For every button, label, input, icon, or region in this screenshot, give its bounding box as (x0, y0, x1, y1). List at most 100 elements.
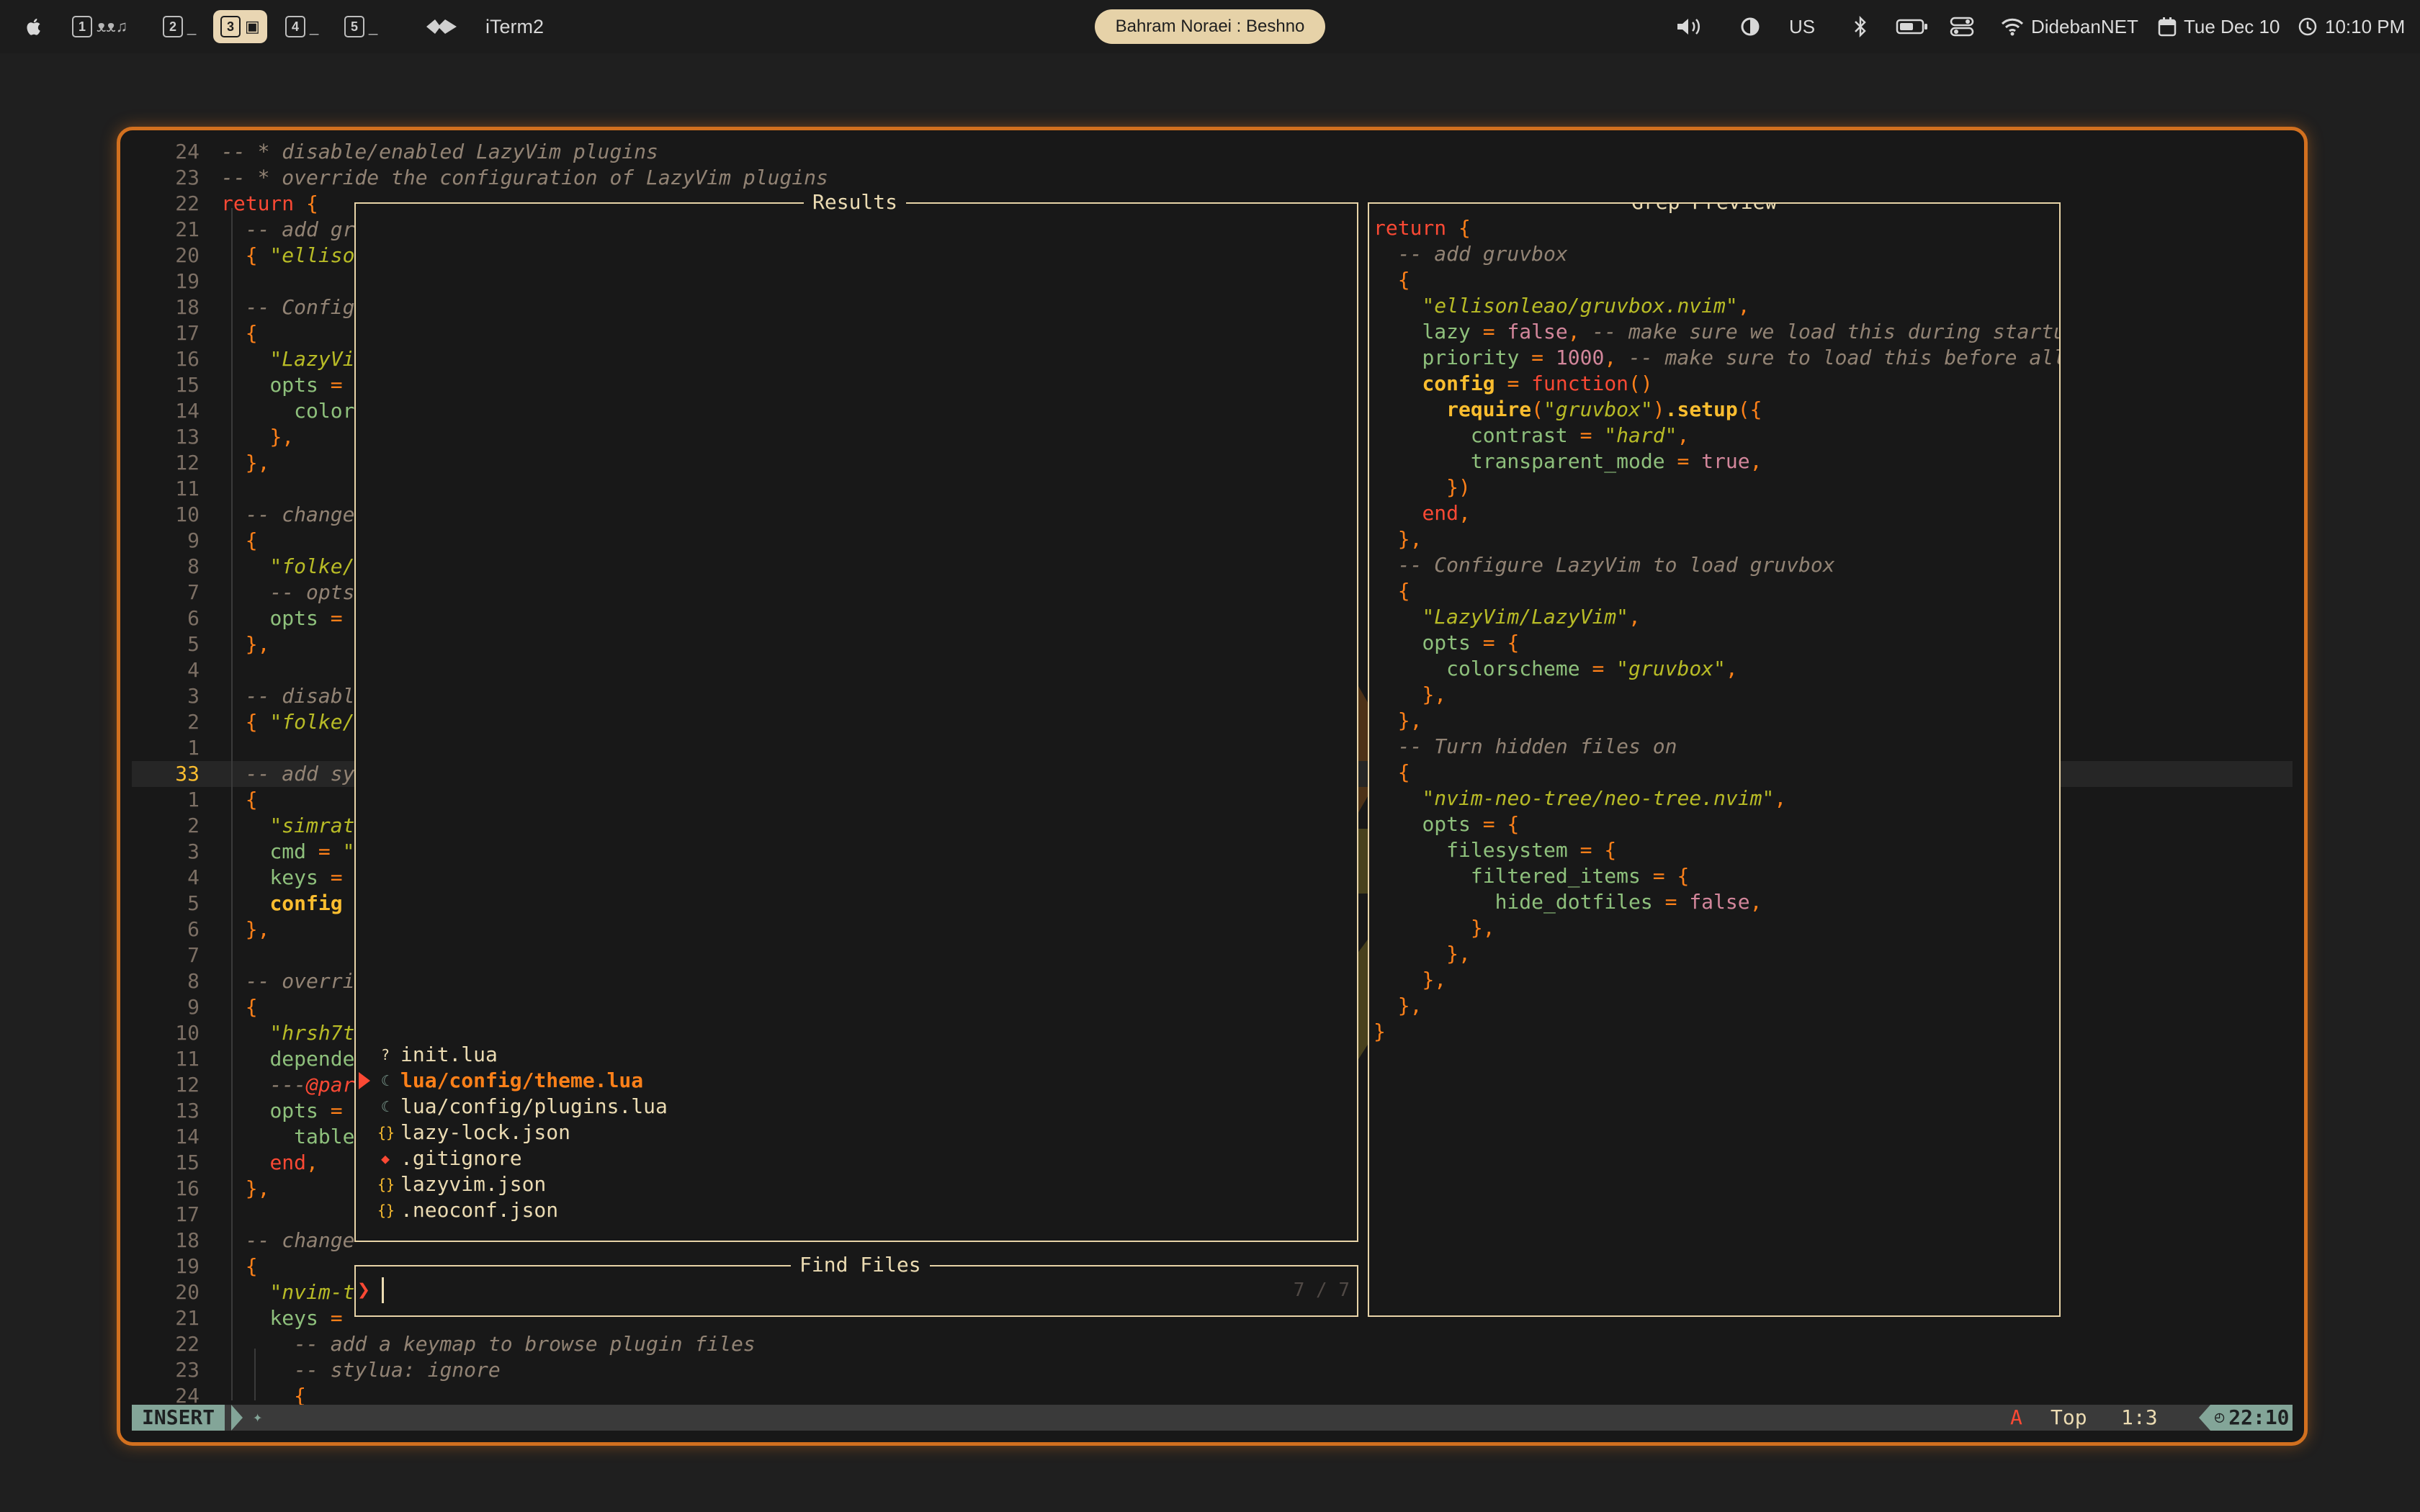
line-number: 8 (187, 554, 200, 578)
line-number: 14 (175, 399, 200, 423)
statusline-clock: ◴ 22:10 (2210, 1405, 2293, 1431)
code-line: opts = (269, 1099, 343, 1122)
line-number: 11 (175, 477, 200, 500)
wifi-network-name: DidebanNET (2031, 15, 2138, 37)
line-number: 9 (187, 528, 200, 552)
terminal-icon: ▣ (245, 17, 260, 35)
lua-file-icon: ☾ (380, 1098, 390, 1115)
menu-bar: 1 ᴥᴥ♫ 2 _ 3 ▣ 4 _ 5 _ iTerm2 Bahram Noraei : … (0, 0, 2420, 53)
line-number: 21 (175, 217, 200, 241)
result-item[interactable]: ☾ lua/config/theme.lua (377, 1068, 643, 1094)
line-number: 4 (187, 658, 200, 682)
code-line: cmd = " (269, 840, 355, 863)
control-center-icon[interactable] (1949, 0, 1975, 53)
find-files-input[interactable] (382, 1277, 387, 1303)
result-filename: .gitignore (400, 1146, 522, 1170)
pin-icon: ✦ (253, 1408, 263, 1426)
line-number: 7 (187, 943, 200, 967)
preview-line: "ellisonleao/gruvbox.nvim", (1422, 294, 1750, 318)
preview-line: -- add gruvbox (1397, 242, 1568, 266)
code-line: -- change (245, 1228, 355, 1252)
result-item[interactable]: ? init.lua (377, 1042, 498, 1068)
code-line: opts = (269, 373, 343, 397)
line-number: 22 (175, 1332, 200, 1356)
clock-display[interactable]: 10:10 PM (2298, 0, 2405, 53)
code-line: -- * override the configuration of LazyV… (221, 166, 828, 189)
code-line: -- change (245, 503, 355, 526)
result-count: 7 / 7 (1293, 1279, 1350, 1301)
preview-line: }) (1446, 475, 1471, 499)
line-number: 14 (175, 1125, 200, 1148)
statusline-clock-text: 22:10 (2228, 1405, 2290, 1429)
bluetooth-icon[interactable] (1852, 0, 1868, 53)
code-line: "folke/ (269, 554, 355, 578)
now-playing-pill[interactable]: Bahram Noraei : Beshno (1095, 9, 1325, 44)
preview-line: { (1397, 268, 1410, 292)
preview-line: "nvim-neo-tree/neo-tree.nvim", (1422, 786, 1787, 810)
wifi-status[interactable]: DidebanNET (2001, 0, 2138, 53)
battery-icon[interactable] (1896, 0, 1929, 53)
code-line: opts = (269, 606, 343, 630)
code-line: config (269, 891, 343, 915)
code-line: ---@par (269, 1073, 355, 1097)
line-number: 18 (175, 1228, 200, 1252)
result-filename: lua/config/plugins.lua (400, 1094, 668, 1118)
code-line: { "elliso (245, 243, 355, 267)
time-text: 10:10 PM (2325, 15, 2406, 37)
line-number: 19 (175, 1254, 200, 1278)
preview-line: { (1397, 760, 1410, 784)
mode-separator (231, 1405, 243, 1431)
line-number: 2 (187, 710, 200, 734)
preview-line: priority = 1000, -- make sure to load th… (1422, 346, 2061, 369)
volume-icon[interactable] (1675, 0, 1704, 53)
workspace-4[interactable]: 4 _ (278, 0, 326, 53)
code-line: }, (245, 632, 270, 656)
preview-line: }, (1446, 942, 1471, 966)
date-display[interactable]: Tue Dec 10 (2158, 0, 2280, 53)
result-filename: lazy-lock.json (400, 1120, 571, 1144)
unknown-file-icon: ? (380, 1046, 390, 1063)
code-line: "simrat (269, 814, 355, 837)
preview-line: -- Configure LazyVim to load gruvbox (1397, 553, 1835, 577)
active-app-name[interactable]: iTerm2 (485, 0, 544, 53)
code-line: -- add a keymap to browse plugin files (294, 1332, 756, 1356)
code-line: { (245, 995, 258, 1019)
app-switcher-icon[interactable] (425, 0, 458, 53)
line-number: 5 (187, 632, 200, 656)
code-line: -- * disable/enabled LazyVim plugins (221, 140, 658, 163)
code-line: -- disabl (245, 684, 355, 708)
workspace-app-icons: ᴥᴥ♫ (97, 17, 128, 35)
workspace-1[interactable]: 1 ᴥᴥ♫ (65, 0, 135, 53)
result-item[interactable]: {} lazyvim.json (377, 1171, 546, 1197)
mode-indicator: INSERT (132, 1405, 225, 1431)
line-number: 9 (187, 995, 200, 1019)
preview-line: config = function() (1422, 372, 1653, 395)
result-item[interactable]: {} lazy-lock.json (377, 1120, 570, 1146)
now-playing-text: Bahram Noraei : Beshno (1115, 17, 1305, 36)
workspace-2[interactable]: 2 _ (156, 0, 203, 53)
scroll-position: Top (2051, 1405, 2087, 1429)
workspace-app-icons: _ (187, 17, 197, 35)
workspace-5[interactable]: 5 _ (337, 0, 385, 53)
code-line: }, (245, 1176, 270, 1200)
result-filename: init.lua (400, 1043, 498, 1066)
keyboard-layout[interactable]: US (1789, 0, 1815, 53)
apple-icon[interactable] (24, 0, 43, 53)
line-number: 6 (187, 606, 200, 630)
code-line: { (245, 321, 258, 345)
iterm-window[interactable]: 24 -- * disable/enabled LazyVim plugins 23… (117, 127, 2308, 1446)
code-line: -- add gr (245, 217, 355, 241)
result-item[interactable]: ◆ .gitignore (377, 1146, 522, 1171)
line-number: 33 (175, 762, 200, 786)
preview-line: colorscheme = "gruvbox", (1446, 657, 1738, 680)
preview-line: filtered_items = { (1470, 864, 1690, 888)
result-item[interactable]: {} .neoconf.json (377, 1197, 558, 1223)
preview-line: { (1397, 579, 1410, 603)
code-line: { (245, 1254, 258, 1278)
brightness-icon[interactable] (1739, 0, 1762, 53)
json-file-icon: {} (377, 1176, 395, 1193)
preview-line: transparent_mode = true, (1470, 449, 1762, 473)
result-item[interactable]: ☾ lua/config/plugins.lua (377, 1094, 668, 1120)
workspace-3[interactable]: 3 ▣ (213, 0, 267, 53)
code-line: "hrsh7t (269, 1021, 355, 1045)
